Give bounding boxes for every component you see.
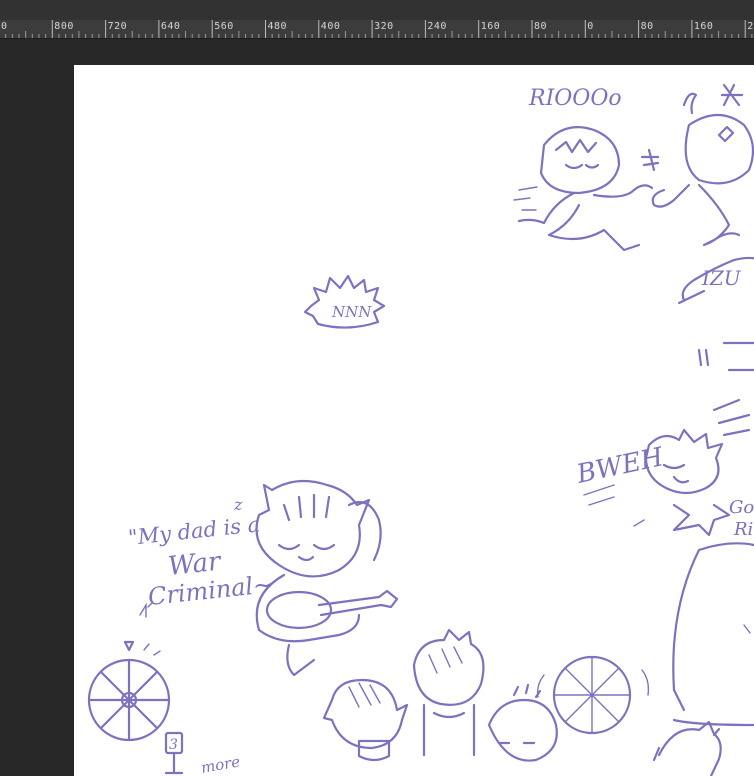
ruler-label: 560 bbox=[214, 21, 234, 32]
ruler-label: 0 bbox=[1, 21, 8, 32]
sketch-text-z: z bbox=[233, 495, 243, 514]
sketch-fuzzy-head: NNN bbox=[303, 274, 386, 329]
sketch-layer: RIOOOo NNN IZU BWEH Go Ri "My dad is a W… bbox=[87, 83, 754, 776]
ruler-label: 720 bbox=[107, 21, 128, 32]
ruler-label: 160 bbox=[480, 21, 501, 32]
ruler-label: 160 bbox=[693, 21, 714, 32]
sketch-large-blob bbox=[672, 542, 754, 727]
ruler-label: 640 bbox=[160, 21, 181, 32]
drawing-canvas[interactable]: RIOOOo NNN IZU BWEH Go Ri "My dad is a W… bbox=[74, 65, 754, 776]
ruler-label: 320 bbox=[374, 21, 394, 32]
sketch-izu-bubble: IZU bbox=[677, 256, 754, 437]
sketch-text-bweh: BWEH bbox=[573, 442, 667, 490]
sketch-go-text: Go Ri bbox=[729, 497, 754, 540]
ruler-label: 400 bbox=[320, 21, 341, 32]
sketch-text-izu: IZU bbox=[701, 266, 742, 290]
sketch-bweh-character: BWEH bbox=[573, 428, 731, 537]
sketch-running-character: RIOOOo bbox=[513, 86, 660, 252]
ruler-label: 800 bbox=[54, 21, 74, 32]
sketch-text-nnn: NNN bbox=[331, 303, 372, 321]
sketch-text-sign-number: 3 bbox=[169, 737, 178, 753]
sketch-text-more: more bbox=[200, 752, 242, 776]
sketch-bottom-group bbox=[322, 628, 722, 776]
ruler-label: 240 bbox=[427, 21, 447, 32]
top-toolbar-strip bbox=[0, 0, 754, 20]
sketch-number-sign: 3 bbox=[164, 731, 184, 775]
horizontal-ruler[interactable]: 080072064056048040032024016080080160240 bbox=[0, 20, 754, 39]
sketch-text-ri: Ri bbox=[733, 519, 753, 540]
sketch-hit-character bbox=[651, 83, 754, 247]
sketch-text-go: Go bbox=[729, 497, 754, 518]
ruler-label: 80 bbox=[640, 21, 654, 32]
ruler-label: 240 bbox=[747, 21, 754, 32]
ruler-label: 0 bbox=[587, 21, 594, 32]
sketch-guitar-character: "My dad is a War Criminal~ z bbox=[127, 479, 399, 677]
ruler-label: 80 bbox=[534, 21, 548, 32]
sketch-text-quote-1: "My dad is a bbox=[127, 512, 261, 550]
sketch-text-rioooo: RIOOOo bbox=[528, 86, 622, 111]
ruler-label: 480 bbox=[267, 21, 288, 32]
sketch-text-quote-3: Criminal~ bbox=[147, 570, 275, 611]
sketch-wheel-left bbox=[87, 640, 171, 742]
